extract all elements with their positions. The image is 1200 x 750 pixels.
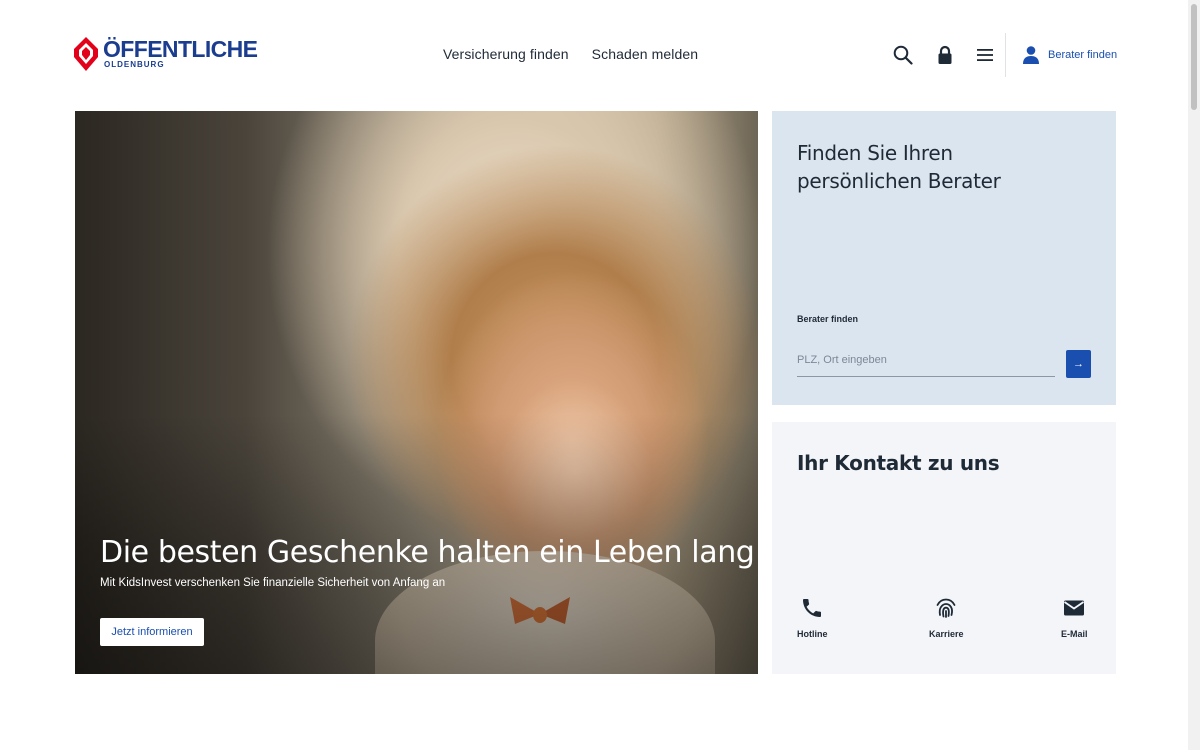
header-divider xyxy=(1005,33,1006,77)
kontakt-karriere-label: Karriere xyxy=(929,629,964,639)
kontakt-card: Ihr Kontakt zu uns Hotline Karriere E-Ma… xyxy=(772,422,1116,674)
kontakt-card-title: Ihr Kontakt zu uns xyxy=(797,451,1000,475)
page-scrollbar[interactable] xyxy=(1188,0,1200,750)
kontakt-karriere[interactable]: Karriere xyxy=(929,596,964,639)
menu-icon xyxy=(977,49,993,61)
email-icon xyxy=(1064,600,1085,616)
berater-link-label: Berater finden xyxy=(1048,49,1118,61)
logo-shield-icon xyxy=(74,37,98,71)
logo-name: ÖFFENTLICHE xyxy=(103,36,258,62)
fingerprint-icon xyxy=(936,598,956,618)
berater-title-line2: persönlichen Berater xyxy=(797,169,1001,193)
nav-schaden-melden[interactable]: Schaden melden xyxy=(592,46,698,62)
login-button[interactable] xyxy=(934,44,956,66)
kontakt-email-label: E-Mail xyxy=(1061,629,1088,639)
search-button[interactable] xyxy=(892,44,914,66)
phone-icon xyxy=(803,599,822,617)
berater-finden-link[interactable]: Berater finden xyxy=(1022,45,1117,65)
berater-field-label: Berater finden xyxy=(797,314,859,324)
main-nav: Versicherung finden Schaden melden xyxy=(443,46,698,62)
logo-sub: OLDENBURG xyxy=(104,60,165,69)
kontakt-hotline[interactable]: Hotline xyxy=(797,596,828,639)
site-header: ÖFFENTLICHE OLDENBURG Versicherung finde… xyxy=(0,0,1188,111)
lock-icon xyxy=(938,45,952,64)
hero-banner: Die besten Geschenke halten ein Leben la… xyxy=(75,111,758,674)
jetzt-informieren-button[interactable]: Jetzt informieren xyxy=(100,618,204,646)
hero-title: Die besten Geschenke halten ein Leben la… xyxy=(100,535,755,570)
scrollbar-thumb[interactable] xyxy=(1191,4,1197,110)
search-icon xyxy=(893,45,913,65)
plz-ort-input[interactable] xyxy=(797,343,1055,377)
berater-card-title: Finden Sie Ihren persönlichen Berater xyxy=(797,139,1001,195)
menu-button[interactable] xyxy=(974,44,996,66)
kontakt-hotline-label: Hotline xyxy=(797,629,828,639)
person-icon xyxy=(1023,46,1039,64)
brand-logo[interactable]: ÖFFENTLICHE OLDENBURG xyxy=(74,36,258,71)
berater-search-submit-button[interactable]: → xyxy=(1066,350,1091,378)
berater-title-line1: Finden Sie Ihren xyxy=(797,141,953,165)
nav-versicherung-finden[interactable]: Versicherung finden xyxy=(443,46,569,62)
hero-subtitle: Mit KidsInvest verschenken Sie finanziel… xyxy=(100,577,446,589)
berater-finder-card: Finden Sie Ihren persönlichen Berater Be… xyxy=(772,111,1116,405)
kontakt-email[interactable]: E-Mail xyxy=(1061,596,1088,639)
arrow-right-icon: → xyxy=(1073,358,1084,370)
